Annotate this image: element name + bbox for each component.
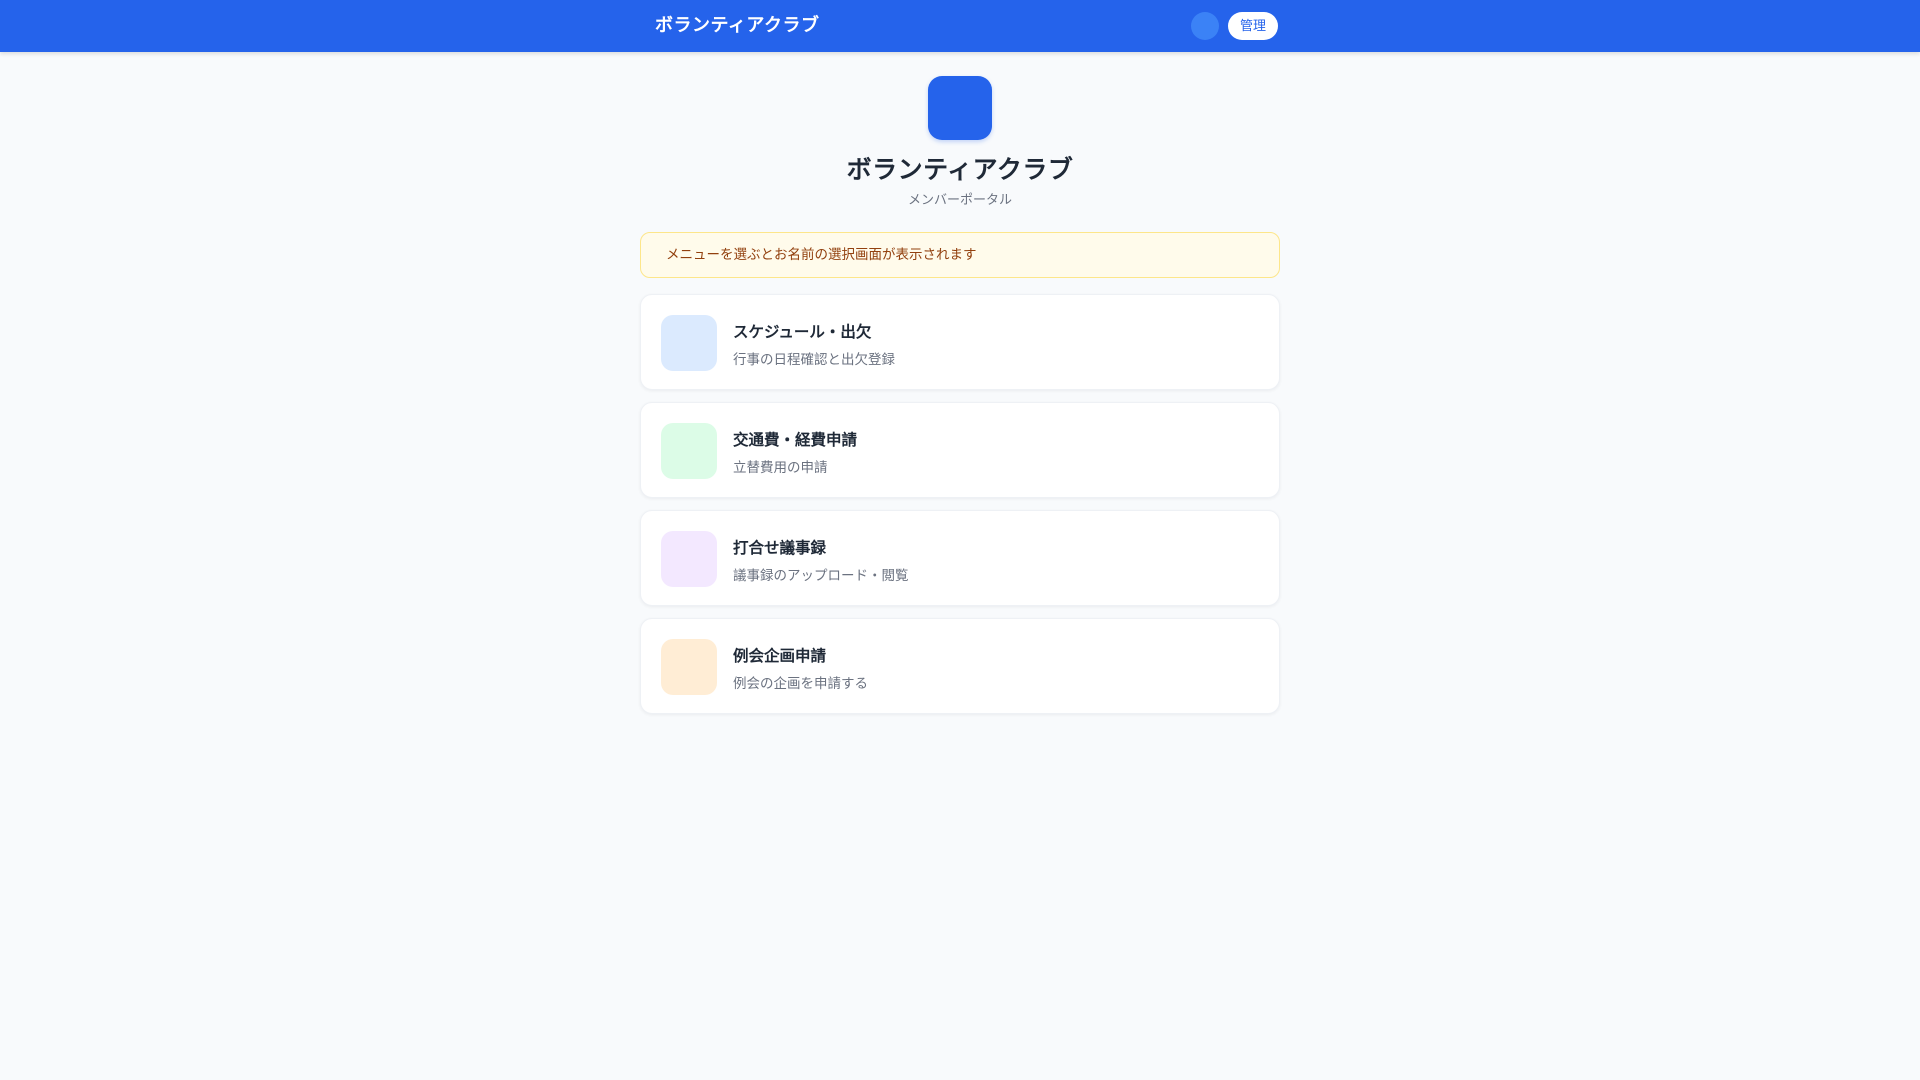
app-title[interactable]: ボランティアクラブ [655, 0, 820, 52]
top-navigation-bar: ボランティアクラブ 管理 [0, 0, 1920, 52]
user-avatar[interactable] [1191, 12, 1219, 40]
menu-item-minutes[interactable]: 打合せ議事録 議事録のアップロード・閲覧 [640, 510, 1280, 606]
document-icon [661, 531, 717, 587]
calendar-icon [661, 315, 717, 371]
page-title: ボランティアクラブ [846, 155, 1074, 184]
app-logo-icon [928, 76, 992, 140]
menu-item-description: 例会の企画を申請する [733, 676, 868, 692]
menu-item-description: 立替費用の申請 [733, 460, 828, 476]
menu-item-title: スケジュール・出欠 [733, 323, 872, 341]
info-notice: メニューを選ぶとお名前の選択画面が表示されます [640, 232, 1280, 278]
menu-item-title: 打合せ議事録 [733, 539, 827, 557]
menu-item-description: 行事の日程確認と出欠登録 [733, 352, 895, 368]
menu-item-expenses[interactable]: 交通費・経費申請 立替費用の申請 [640, 402, 1280, 498]
menu-item-title: 交通費・経費申請 [733, 431, 858, 449]
menu-item-description: 議事録のアップロード・閲覧 [733, 568, 909, 584]
admin-button[interactable]: 管理 [1228, 12, 1279, 40]
clipboard-icon [661, 639, 717, 695]
menu-item-event-proposal[interactable]: 例会企画申請 例会の企画を申請する [640, 618, 1280, 714]
menu-item-title: 例会企画申請 [733, 647, 827, 665]
menu-item-schedule[interactable]: スケジュール・出欠 行事の日程確認と出欠登録 [640, 294, 1280, 390]
page-subtitle: メンバーポータル [907, 193, 1012, 208]
receipt-icon [661, 423, 717, 479]
